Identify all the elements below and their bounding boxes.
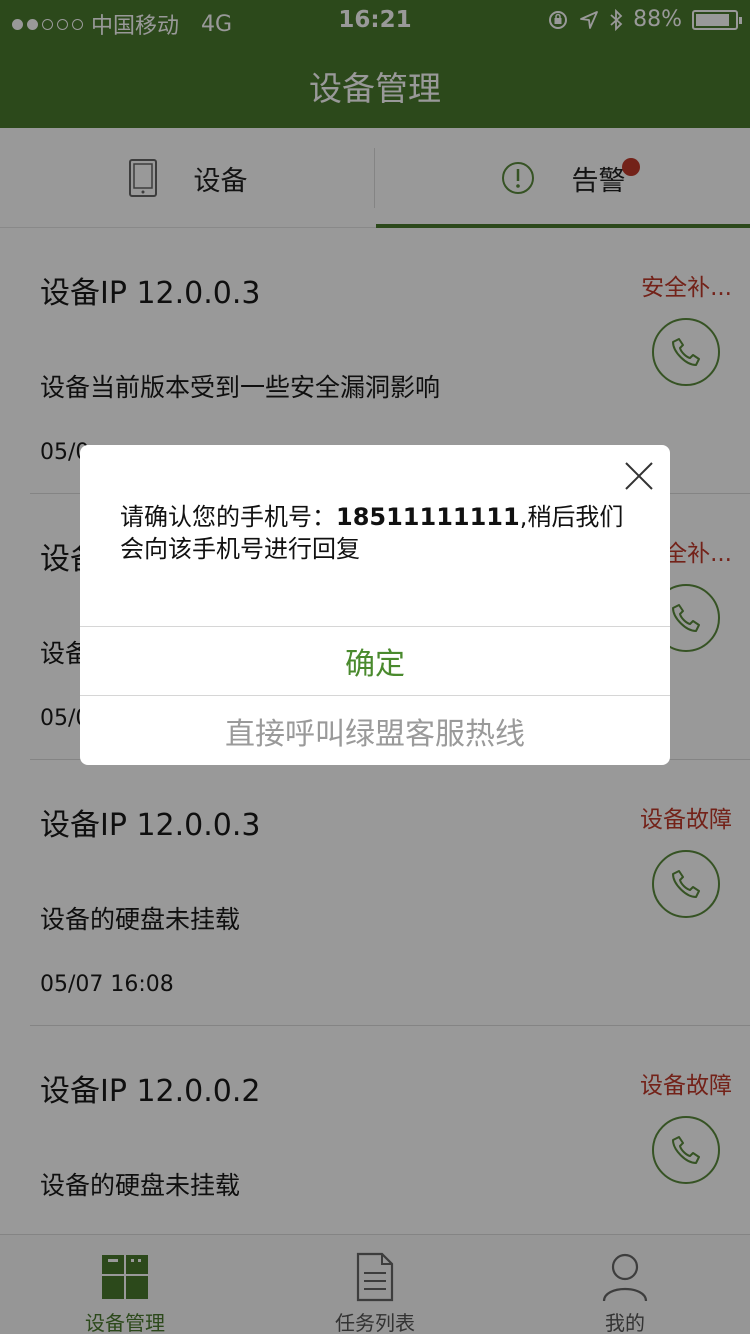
- dialog-message-prefix: 请确认您的手机号：: [120, 503, 336, 531]
- dialog-message: 请确认您的手机号：18511111111,稍后我们会向该手机号进行回复: [120, 501, 630, 565]
- dialog-phone-number: 18511111111: [336, 503, 520, 531]
- close-icon[interactable]: [622, 459, 656, 493]
- confirm-phone-dialog: 请确认您的手机号：18511111111,稍后我们会向该手机号进行回复 确定 直…: [80, 445, 670, 765]
- confirm-button[interactable]: 确定: [80, 627, 670, 695]
- call-hotline-button[interactable]: 直接呼叫绿盟客服热线: [80, 696, 670, 765]
